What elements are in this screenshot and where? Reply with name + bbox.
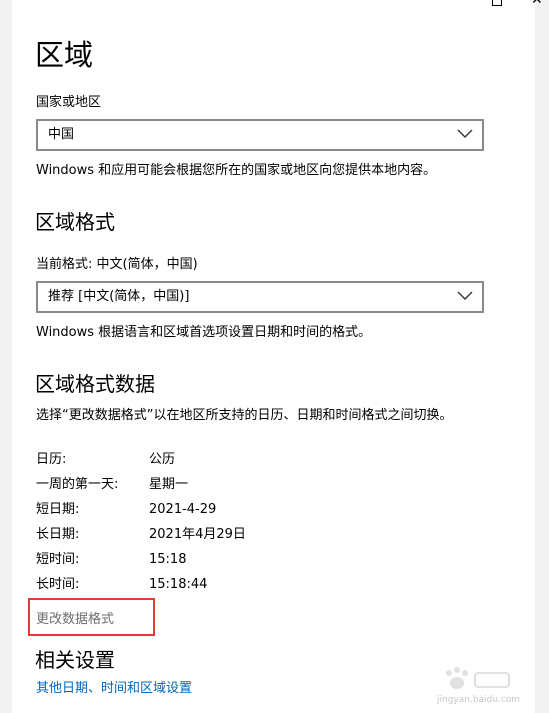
short-time-label: 短时间: [36,552,80,567]
calendar-value: 公历 [149,452,176,467]
highlight-annotation [28,598,155,636]
region-format-dropdown[interactable]: 推荐 [中文(简体，中国)] [36,281,484,313]
window-right-edge [535,0,549,713]
watermark-text: jingyan.baidu.com [437,695,521,705]
country-label: 国家或地区 [36,95,102,110]
related-settings-title: 相关设置 [35,648,115,672]
paw-icon [446,667,510,689]
long-time-value: 15:18:44 [149,577,208,592]
calendar-label: 日历: [36,452,67,467]
current-format-label: 当前格式: 中文(简体，中国) [36,257,198,272]
maximize-icon[interactable] [492,0,502,6]
first-day-label: 一周的第一天: [36,477,119,492]
chevron-down-icon [457,291,473,300]
country-description: Windows 和应用可能会根据您所在的国家或地区向您提供本地内容。 [36,163,437,178]
long-date-value: 2021年4月29日 [149,527,246,542]
additional-date-time-region-link[interactable]: 其他日期、时间和区域设置 [36,680,192,698]
format-data-description: 选择“更改数据格式”以在地区所支持的日历、日期和时间格式之间切换。 [36,408,453,423]
long-date-label: 长日期: [36,527,80,542]
short-date-label: 短日期: [36,502,80,517]
close-icon[interactable]: ✕ [531,0,543,7]
region-format-dropdown-value: 推荐 [中文(简体，中国)] [48,289,190,304]
first-day-value: 星期一 [149,477,189,492]
country-dropdown[interactable]: 中国 [36,119,484,151]
short-time-value: 15:18 [149,552,187,567]
country-dropdown-value: 中国 [48,127,75,142]
chevron-down-icon [457,129,473,138]
baidu-watermark-logo: jingyan.baidu.com [429,665,521,707]
region-format-title: 区域格式 [35,210,115,234]
region-format-description: Windows 根据语言和区域首选项设置日期和时间的格式。 [36,325,372,340]
format-data-title: 区域格式数据 [35,372,155,396]
page-title: 区域 [35,38,94,72]
long-time-label: 长时间: [36,577,80,592]
window-left-edge [0,0,12,713]
short-date-value: 2021-4-29 [149,502,217,517]
